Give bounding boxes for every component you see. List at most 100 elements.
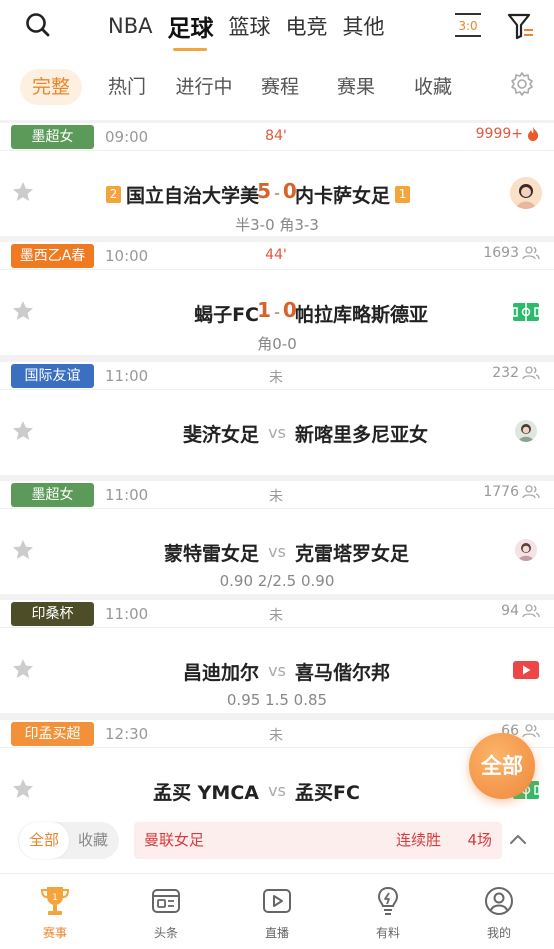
streak-team: 曼联女足 <box>144 831 205 849</box>
home-team-name: 斐济女足 <box>182 424 259 446</box>
nav-live[interactable]: 直播 <box>237 884 317 941</box>
home-team: 蒙特雷女足 <box>164 539 259 566</box>
expert-avatar[interactable] <box>515 539 537 561</box>
follower-count: 94 <box>501 603 540 619</box>
league-badge: 印孟买超 <box>11 722 94 746</box>
league-badge: 国际友谊 <box>11 364 94 388</box>
sport-tab-football[interactable]: 足球 <box>167 9 213 51</box>
user-icon <box>485 887 513 915</box>
streak-count: 4场 <box>467 831 492 849</box>
match-card[interactable]: 墨西乙A春 10:00 44' 1693 蝎子FC 1-0 帕拉库略斯德亚 角0… <box>0 242 554 355</box>
match-status: 未 <box>269 370 283 386</box>
match-header: 国际友谊 11:00 未 232 <box>0 362 554 390</box>
bottom-nav: 1 赛事 头条 直播 有料 我的 <box>0 873 554 949</box>
news-icon <box>152 889 180 913</box>
nav-headlines[interactable]: 头条 <box>126 884 206 941</box>
settings-icon[interactable] <box>509 71 535 97</box>
tab-hot[interactable]: 热门 <box>97 69 157 105</box>
league-badge: 印桑杯 <box>11 602 94 626</box>
sport-tab-nba[interactable]: NBA <box>108 14 152 38</box>
nav-headlines-label: 头条 <box>153 926 178 940</box>
away-team-name: 喜马偕尔邦 <box>295 662 391 684</box>
all-fab-button[interactable]: 全部 <box>469 733 535 799</box>
chevron-up-icon[interactable] <box>508 830 528 850</box>
vs-label: vs <box>268 423 286 442</box>
pitch-icon[interactable] <box>512 298 540 326</box>
star-icon[interactable] <box>11 419 35 443</box>
expert-avatar[interactable] <box>515 420 537 442</box>
tab-results[interactable]: 赛果 <box>326 69 386 105</box>
tab-schedule[interactable]: 赛程 <box>250 69 310 105</box>
sport-tabs: NBA 足球 篮球 电竞 其他 <box>108 8 384 51</box>
streak-label: 连续胜 <box>396 831 442 849</box>
filter-icon[interactable] <box>507 12 535 40</box>
away-team-name: 内卡萨女足 <box>295 185 391 207</box>
seg-fav-button[interactable]: 收藏 <box>68 822 118 859</box>
nav-insights-label: 有料 <box>375 926 400 940</box>
away-team-name: 孟买FC <box>295 782 360 804</box>
match-time: 11:00 <box>105 605 149 623</box>
tab-complete[interactable]: 完整 <box>20 69 82 105</box>
match-status: 84' <box>265 128 287 144</box>
bottom-filter-bar: 全部 收藏 曼联女足 连续胜 4场 <box>0 809 554 873</box>
match-time: 12:30 <box>105 725 149 743</box>
match-header: 墨超女 09:00 84' 9999+ <box>0 123 554 151</box>
match-stats: 角0-0 <box>257 335 297 353</box>
away-rank: 1 <box>395 186 411 203</box>
sport-tab-esports[interactable]: 电竞 <box>285 11 327 41</box>
nav-matches[interactable]: 1 赛事 <box>15 884 95 941</box>
match-card[interactable]: 墨超女 11:00 未 1776 蒙特雷女足 vs 克雷塔罗女足 0.90 2/… <box>0 481 554 594</box>
match-status: 未 <box>269 608 283 624</box>
league-badge: 墨超女 <box>11 483 94 507</box>
star-icon[interactable] <box>11 180 35 204</box>
video-play-icon[interactable] <box>512 656 540 684</box>
home-team-name: 国立自治大学美 <box>125 185 259 207</box>
follower-count-value: 94 <box>501 603 519 619</box>
lightbulb-icon <box>377 886 399 915</box>
svg-text:1: 1 <box>52 893 58 903</box>
tab-live[interactable]: 进行中 <box>168 69 240 105</box>
home-score: 1 <box>257 298 272 322</box>
users-icon <box>522 485 540 499</box>
search-icon[interactable] <box>25 12 51 38</box>
star-icon[interactable] <box>11 538 35 562</box>
top-bar: NBA 足球 篮球 电竞 其他 3:0 <box>0 0 554 52</box>
league-badge: 墨西乙A春 <box>11 244 94 268</box>
match-card[interactable]: 国际友谊 11:00 未 232 斐济女足 vs 新喀里多尼亚女 <box>0 362 554 475</box>
match-card[interactable]: 墨超女 09:00 84' 9999+ 2 国立自治大学美 5-0 内卡萨女足 … <box>0 123 554 236</box>
away-team: 孟买FC <box>295 778 360 805</box>
nav-matches-label: 赛事 <box>42 926 67 940</box>
expert-avatar[interactable] <box>510 177 542 209</box>
match-card[interactable]: 印桑杯 11:00 未 94 昌迪加尔 vs 喜马偕尔邦 0.95 1.5 0.… <box>0 600 554 713</box>
home-team-name: 蒙特雷女足 <box>163 543 259 565</box>
nav-profile[interactable]: 我的 <box>459 884 539 941</box>
match-odds: 0.95 1.5 0.85 <box>226 691 328 709</box>
tab-favorites[interactable]: 收藏 <box>403 69 463 105</box>
match-status: 未 <box>269 489 283 505</box>
home-team: 2 国立自治大学美 <box>105 181 259 208</box>
home-score: 5 <box>257 179 272 203</box>
score-icon-text: 3:0 <box>458 19 477 33</box>
all-fav-toggle: 全部 收藏 <box>18 822 119 859</box>
match-time: 09:00 <box>105 128 149 146</box>
match-odds: 0.90 2/2.5 0.90 <box>219 572 335 590</box>
away-team: 帕拉库略斯德亚 <box>295 300 428 327</box>
score-toggle-icon[interactable]: 3:0 <box>454 12 482 38</box>
star-icon[interactable] <box>11 657 35 681</box>
star-icon[interactable] <box>11 299 35 323</box>
match-header: 印孟买超 12:30 未 66 <box>0 720 554 748</box>
match-header: 墨超女 11:00 未 1776 <box>0 481 554 509</box>
follower-count: 1776 <box>483 484 540 500</box>
away-team: 喜马偕尔邦 <box>295 658 390 685</box>
seg-all-button[interactable]: 全部 <box>19 822 69 859</box>
match-header: 墨西乙A春 10:00 44' 1693 <box>0 242 554 270</box>
star-icon[interactable] <box>11 777 35 801</box>
nav-live-label: 直播 <box>264 926 289 940</box>
match-time: 11:00 <box>105 367 149 385</box>
streak-banner[interactable]: 曼联女足 连续胜 4场 <box>134 822 502 859</box>
sport-tab-other[interactable]: 其他 <box>342 11 384 41</box>
nav-insights[interactable]: 有料 <box>348 884 428 941</box>
away-team-name: 克雷塔罗女足 <box>295 543 410 565</box>
sport-tab-basketball[interactable]: 篮球 <box>228 11 270 41</box>
home-team: 斐济女足 <box>183 420 259 447</box>
